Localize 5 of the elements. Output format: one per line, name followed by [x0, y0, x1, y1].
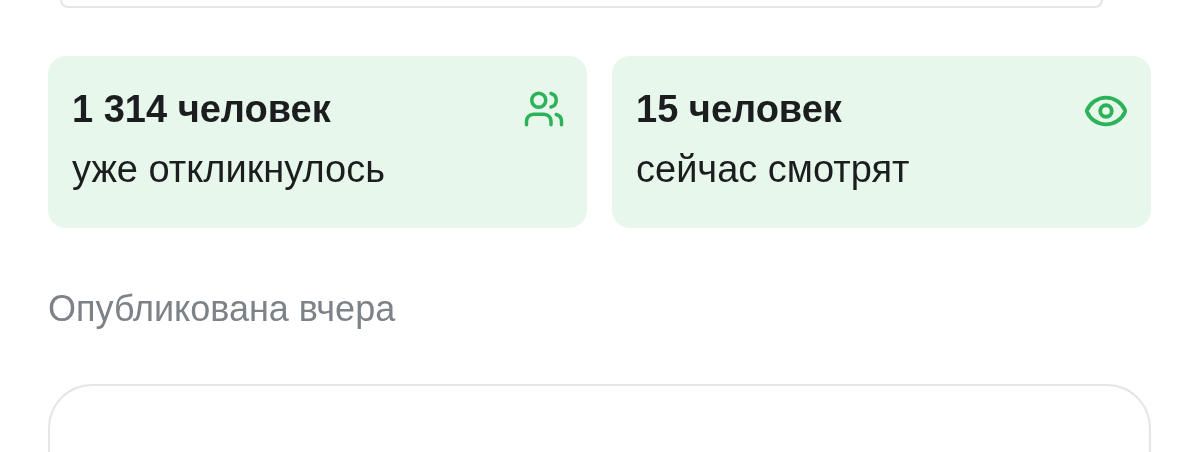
stat-caption: сейчас смотрят [636, 147, 910, 192]
stat-caption: уже откликнулось [72, 147, 385, 192]
stat-value: 1 314 человек [72, 87, 331, 132]
published-date: Опубликована вчера [48, 288, 396, 330]
stat-value: 15 человек [636, 87, 842, 132]
